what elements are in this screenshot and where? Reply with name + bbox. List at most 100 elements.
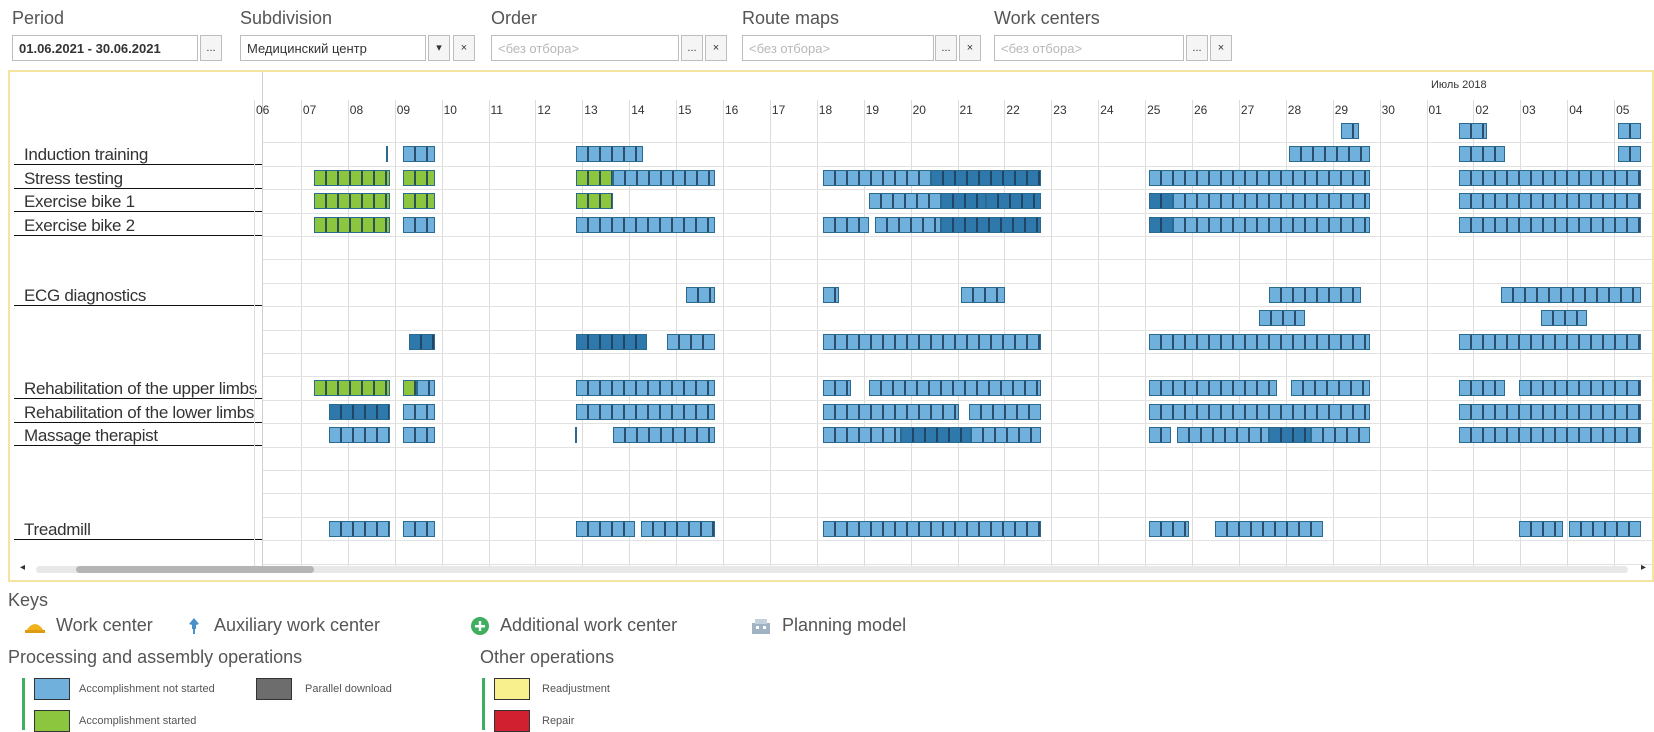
operation-bar[interactable] [1259, 310, 1305, 327]
operation-bar[interactable] [1519, 380, 1641, 397]
operation-bar[interactable] [1173, 216, 1370, 233]
resource-name[interactable]: ECG diagnostics [14, 285, 262, 306]
operation-bar[interactable] [1341, 123, 1359, 139]
operation-bar[interactable] [1541, 310, 1587, 327]
operation-bar[interactable] [403, 193, 435, 210]
operation-bar[interactable] [1149, 333, 1370, 350]
operation-bar[interactable] [576, 520, 635, 537]
operation-bar[interactable] [686, 286, 715, 303]
operation-bar[interactable] [1291, 380, 1370, 397]
operation-bar[interactable] [403, 520, 435, 537]
period-field[interactable]: 01.06.2021 - 30.06.2021 [12, 35, 198, 61]
resource-name[interactable]: Exercise bike 2 [14, 215, 262, 236]
resource-name[interactable]: Rehabilitation of the lower limbs [14, 402, 262, 423]
operation-bar[interactable] [1269, 286, 1361, 303]
operation-bar[interactable] [576, 193, 613, 210]
operation-bar[interactable] [1177, 427, 1269, 444]
operation-bar[interactable] [576, 403, 715, 420]
operation-bar[interactable] [1149, 169, 1370, 186]
operation-bar[interactable] [613, 427, 715, 444]
scroll-left-icon[interactable]: ◂ [20, 562, 25, 573]
route-maps-field[interactable]: <без отбора> [742, 35, 934, 61]
operation-bar[interactable] [823, 520, 1041, 537]
operation-bar[interactable] [314, 380, 390, 397]
operation-bar[interactable] [1459, 146, 1505, 163]
operation-bar[interactable] [1459, 169, 1641, 186]
order-field[interactable]: <без отбора> [491, 35, 679, 61]
order-clear-button[interactable]: × [705, 35, 727, 61]
order-select-button[interactable]: ... [681, 35, 703, 61]
route-maps-select-button[interactable]: ... [935, 35, 957, 61]
operation-bar[interactable] [1149, 193, 1173, 210]
operation-bar[interactable] [314, 169, 390, 186]
operation-bar[interactable] [1149, 403, 1370, 420]
subdivision-dropdown-button[interactable]: ▾ [428, 35, 450, 61]
operation-bar[interactable] [403, 169, 435, 186]
operation-bar[interactable] [961, 286, 1005, 303]
resource-name[interactable]: Stress testing [14, 168, 262, 189]
operation-bar[interactable] [1149, 380, 1277, 397]
work-centers-clear-button[interactable]: × [1210, 35, 1232, 61]
operation-bar[interactable] [641, 520, 715, 537]
operation-bar[interactable] [386, 146, 388, 163]
operation-bar[interactable] [901, 427, 971, 444]
operation-bar[interactable] [403, 380, 417, 397]
operation-bar[interactable] [613, 169, 715, 186]
operation-bar[interactable] [931, 169, 1041, 186]
subdivision-clear-button[interactable]: × [453, 35, 475, 61]
operation-bar[interactable] [576, 216, 715, 233]
operation-bar[interactable] [314, 216, 390, 233]
operation-bar[interactable] [1215, 520, 1323, 537]
operation-bar[interactable] [823, 333, 1041, 350]
operation-bar[interactable] [329, 403, 390, 420]
operation-bar[interactable] [314, 193, 390, 210]
operation-bar[interactable] [1459, 380, 1505, 397]
work-centers-field[interactable]: <без отбора> [994, 35, 1184, 61]
operation-bar[interactable] [329, 427, 390, 444]
operation-bar[interactable] [417, 380, 435, 397]
operation-bar[interactable] [875, 216, 941, 233]
operation-bar[interactable] [1618, 123, 1641, 139]
route-maps-clear-button[interactable]: × [959, 35, 981, 61]
operation-bar[interactable] [1569, 520, 1641, 537]
operation-bar[interactable] [403, 403, 435, 420]
operation-bar[interactable] [1459, 193, 1641, 210]
operation-bar[interactable] [1501, 286, 1641, 303]
operation-bar[interactable] [986, 193, 1041, 210]
scroll-right-icon[interactable]: ▸ [1641, 562, 1646, 573]
operation-bar[interactable] [1173, 193, 1370, 210]
operation-bar[interactable] [575, 427, 577, 444]
resource-name[interactable]: Rehabilitation of the upper limbs [14, 378, 262, 400]
operation-bar[interactable] [971, 427, 1041, 444]
operation-bar[interactable] [1311, 427, 1370, 444]
operation-bar[interactable] [823, 427, 901, 444]
operation-bar[interactable] [409, 333, 435, 350]
operation-bar[interactable] [1149, 427, 1171, 444]
operation-bar[interactable] [576, 146, 643, 163]
operation-bar[interactable] [1618, 146, 1641, 163]
operation-bar[interactable] [869, 380, 1041, 397]
operation-bar[interactable] [1459, 427, 1641, 444]
operation-bar[interactable] [941, 193, 986, 210]
resource-name[interactable]: Exercise bike 1 [14, 191, 262, 213]
operation-bar[interactable] [823, 380, 851, 397]
operation-bar[interactable] [1459, 123, 1487, 139]
resource-name[interactable]: Treadmill [14, 519, 262, 540]
operation-bar[interactable] [667, 333, 715, 350]
operation-bar[interactable] [1269, 427, 1311, 444]
resource-name[interactable]: Induction training [14, 144, 262, 166]
operation-bar[interactable] [823, 403, 959, 420]
operation-bar[interactable] [823, 169, 931, 186]
operation-bar[interactable] [941, 216, 1041, 233]
operation-bar[interactable] [823, 286, 839, 303]
operation-bar[interactable] [1149, 520, 1189, 537]
resource-name[interactable]: Massage therapist [14, 425, 262, 447]
horizontal-scrollbar[interactable]: ◂ ▸ [14, 562, 1650, 576]
operation-bar[interactable] [1149, 216, 1173, 233]
operation-bar[interactable] [969, 403, 1041, 420]
operation-bar[interactable] [1459, 216, 1641, 233]
operation-bar[interactable] [823, 216, 869, 233]
operation-bar[interactable] [1519, 520, 1563, 537]
work-centers-select-button[interactable]: ... [1186, 35, 1208, 61]
operation-bar[interactable] [329, 520, 390, 537]
